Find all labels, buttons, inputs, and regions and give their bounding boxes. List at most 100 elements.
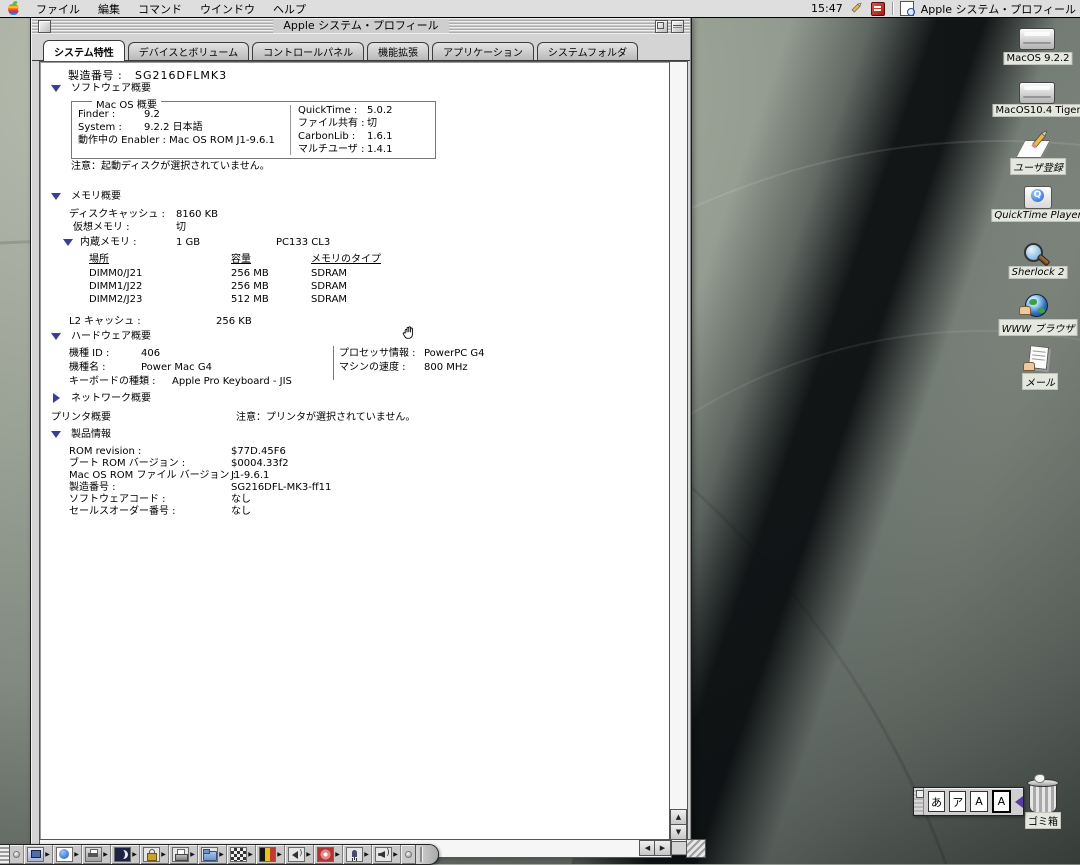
module-monitor[interactable]: ▶: [24, 845, 53, 864]
model-id-value: 406: [141, 348, 161, 359]
hiragana-mode-button[interactable]: あ: [927, 791, 946, 812]
apple-menu-icon[interactable]: [8, 0, 23, 15]
desktop-icon-label[interactable]: MacOS10.4 Tiger: [992, 104, 1080, 117]
module-printer-selector[interactable]: ▶: [82, 845, 111, 864]
module-volume[interactable]: ▶: [372, 845, 401, 864]
desktop-icon-quicktime-player[interactable]: [1024, 186, 1052, 209]
application-menu-icon[interactable]: [899, 1, 915, 16]
application-menu-name[interactable]: Apple システム・プロフィール: [921, 1, 1076, 17]
desktop-icon-macos-104[interactable]: [1019, 82, 1055, 104]
file-sharing-value: 切: [367, 118, 377, 129]
module-color-depth[interactable]: ▶: [256, 845, 285, 864]
quicktime-icon: [1024, 186, 1052, 209]
tab-system-profile[interactable]: システム特性: [43, 40, 125, 61]
close-box[interactable]: [38, 20, 51, 33]
kotoeri-toolbox-icon[interactable]: [870, 1, 885, 16]
hardware-disclosure-triangle[interactable]: [51, 333, 61, 340]
desktop-icon-label[interactable]: メール: [1022, 373, 1058, 390]
katakana-mode-button[interactable]: ア: [949, 791, 967, 812]
control-strip-dimple[interactable]: [10, 845, 24, 864]
padlock-icon: [143, 847, 161, 862]
resize-grip[interactable]: [686, 839, 706, 858]
input-method-pencil-icon[interactable]: [850, 0, 864, 17]
palette-close-box[interactable]: [916, 790, 924, 798]
palette-drag-edge[interactable]: [914, 788, 924, 815]
menu-window[interactable]: ウインドウ: [191, 1, 264, 17]
module-speech[interactable]: ▶: [285, 845, 314, 864]
zoom-box[interactable]: [655, 20, 668, 33]
control-strip-pull-tab[interactable]: [415, 845, 438, 864]
scroll-up-arrow[interactable]: ▲: [670, 809, 687, 825]
tab-system-folders[interactable]: システムフォルダ: [536, 42, 639, 60]
dimm-col-size: 容量: [231, 254, 251, 265]
palette-collapse-arrow-icon[interactable]: [1014, 795, 1023, 808]
desktop-icon-label[interactable]: QuickTime Player: [991, 209, 1080, 222]
memory-heading: メモリ概要: [71, 191, 121, 202]
module-cd-audio[interactable]: ▶: [314, 845, 343, 864]
module-quicktime[interactable]: ▶: [53, 845, 82, 864]
tab-control-panels[interactable]: コントロールパネル: [252, 42, 365, 60]
menu-edit[interactable]: 編集: [89, 1, 129, 17]
memory-disclosure-triangle[interactable]: [51, 193, 61, 200]
scroll-down-arrow[interactable]: ▼: [670, 824, 687, 840]
software-disclosure-triangle[interactable]: [51, 85, 61, 92]
collapse-box[interactable]: [671, 20, 684, 33]
control-strip-dimple[interactable]: [401, 845, 415, 864]
pencil-icon: [1031, 130, 1048, 149]
box-divider: [290, 105, 291, 155]
finder-label: Finder :: [78, 109, 116, 120]
module-printing[interactable]: ▶: [169, 845, 198, 864]
desktop-icon-label[interactable]: WWW ブラウザ: [998, 319, 1078, 336]
product-row-label: ソフトウェアコード :: [69, 494, 166, 505]
trash-label[interactable]: ゴミ箱: [1025, 812, 1061, 829]
module-file-sharing[interactable]: ▶: [198, 845, 227, 864]
enabler-value: Mac OS ROM J1-9.6.1: [169, 135, 275, 146]
machine-speed-value: 800 MHz: [424, 362, 468, 373]
apple-system-profiler-window: Apple システム・プロフィール システム特性 デバイスとボリューム コントロ…: [30, 16, 706, 858]
module-resolution[interactable]: ▶: [227, 845, 256, 864]
printer-icon: [172, 847, 190, 862]
product-row-value: なし: [231, 494, 251, 505]
module-sound-input[interactable]: ▶: [343, 845, 372, 864]
direct-input-mode-button[interactable]: A: [991, 790, 1011, 813]
desktop-icon-sherlock[interactable]: [1024, 243, 1043, 262]
model-name-value: Power Mac G4: [141, 362, 212, 373]
desktop-icon-label[interactable]: MacOS 9.2.2: [1003, 52, 1073, 65]
pointing-hand-icon: [1023, 362, 1035, 371]
builtin-memory-disclosure-triangle[interactable]: [63, 239, 73, 246]
desktop-icon-trash[interactable]: [1027, 774, 1059, 813]
module-energy-saver[interactable]: ▶: [111, 845, 140, 864]
desktop-icon-macos-922[interactable]: [1019, 28, 1055, 50]
network-disclosure-triangle[interactable]: [53, 393, 60, 403]
scroll-right-arrow[interactable]: ▶: [654, 840, 671, 856]
tab-extensions[interactable]: 機能拡張: [367, 42, 430, 60]
tab-applications[interactable]: アプリケーション: [432, 42, 534, 60]
desktop-icon-label[interactable]: Sherlock 2: [1008, 266, 1068, 279]
romaji-mode-button[interactable]: A: [970, 791, 988, 812]
desktop-icon-label[interactable]: ユーザ登録: [1010, 158, 1066, 175]
tab-label: デバイスとボリューム: [138, 48, 239, 59]
input-method-palette[interactable]: あ ア A A: [913, 787, 1024, 816]
menu-bar: ファイル 編集 コマンド ウインドウ ヘルプ 15:47 Apple システム・…: [0, 0, 1080, 18]
control-strip-end-cap[interactable]: [0, 845, 10, 864]
tab-devices-volumes[interactable]: デバイスとボリューム: [127, 42, 250, 60]
processor-value: PowerPC G4: [424, 348, 485, 359]
product-disclosure-triangle[interactable]: [51, 431, 61, 438]
menu-help[interactable]: ヘルプ: [264, 1, 315, 17]
file-sharing-label: ファイル共有 :: [298, 118, 365, 129]
menu-command[interactable]: コマンド: [129, 1, 191, 17]
desktop-icon-user-registration[interactable]: [1015, 130, 1056, 158]
desktop-icon-mail[interactable]: [1023, 345, 1063, 374]
tab-label: システム特性: [54, 47, 114, 59]
dimm-row-slot: DIMM2/J23: [89, 294, 143, 305]
module-security[interactable]: ▶: [140, 845, 169, 864]
dimm-row-size: 256 MB: [231, 268, 269, 279]
menu-file[interactable]: ファイル: [27, 1, 89, 17]
control-strip[interactable]: ▶ ▶ ▶ ▶ ▶ ▶ ▶ ▶ ▶ ▶ ▶ ▶ ▶: [0, 844, 439, 865]
desktop-icon-www-browser[interactable]: [1019, 294, 1065, 320]
color-bars-icon: [259, 847, 277, 862]
vertical-scrollbar[interactable]: ▲ ▼: [669, 61, 688, 842]
model-name-label: 機種名 :: [69, 362, 106, 373]
menu-clock[interactable]: 15:47: [811, 2, 843, 15]
window-title-bar[interactable]: Apple システム・プロフィール: [32, 18, 690, 34]
